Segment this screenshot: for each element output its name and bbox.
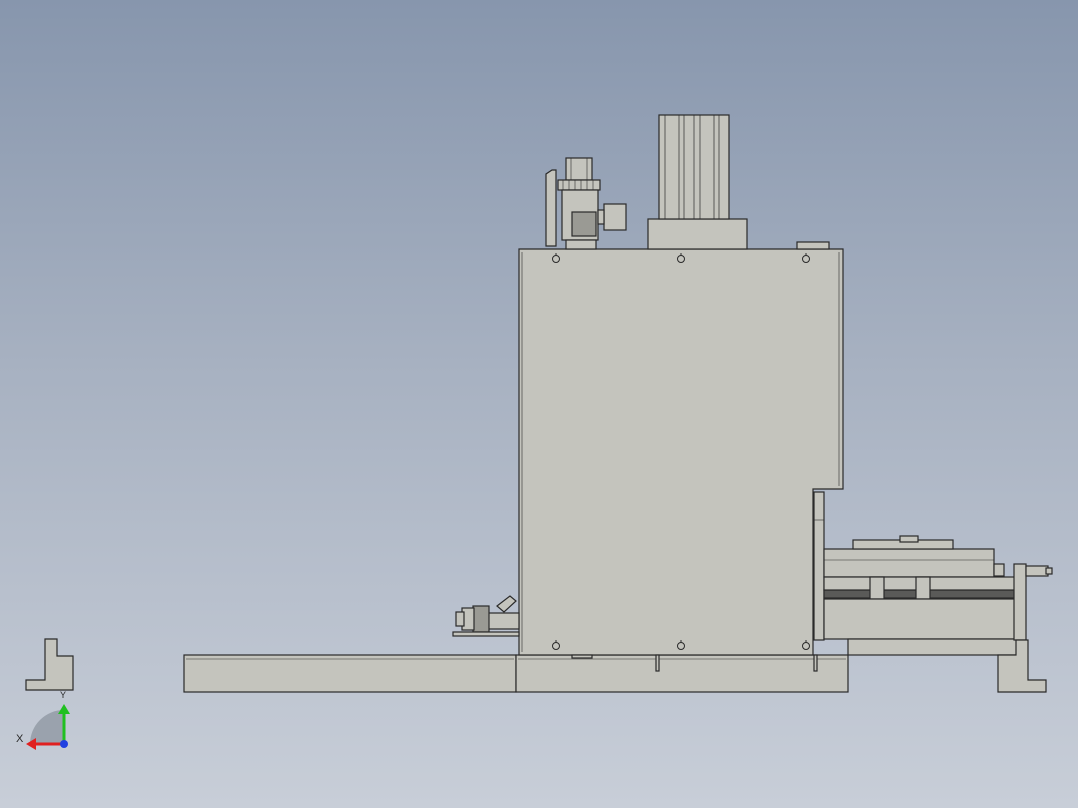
triad-x-label: X — [16, 733, 24, 745]
coordinate-triad — [26, 704, 70, 750]
triad-z-axis — [60, 740, 68, 748]
cad-graphics-viewport[interactable]: X Y — [0, 0, 1078, 808]
triad-y-label: Y — [60, 690, 67, 700]
